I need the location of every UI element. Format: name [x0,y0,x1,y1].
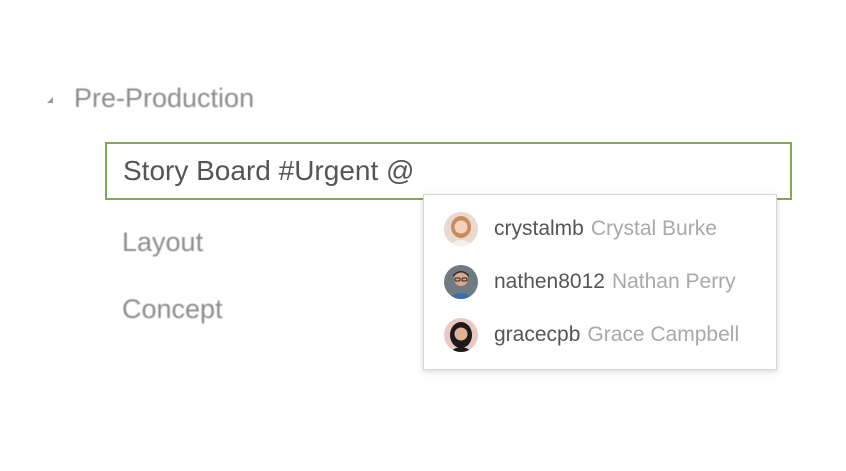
task-item-concept[interactable]: Concept [122,294,223,325]
task-list-view: Pre-Production Layout Concept crystalmb … [0,0,846,471]
task-name-input[interactable] [105,142,792,200]
mention-username: crystalmb [494,216,584,240]
task-item-layout[interactable]: Layout [122,227,203,258]
avatar-grace-icon [444,317,478,352]
mention-fullname: Crystal Burke [590,216,717,240]
section-title[interactable]: Pre-Production [74,83,254,114]
avatar-nathan-icon [444,264,478,299]
avatar-crystal-icon [444,211,478,246]
collapse-triangle-icon[interactable] [47,97,53,103]
mention-username: nathen8012 [494,269,605,293]
mention-option-gracecpb[interactable]: gracecpb Grace Campbell [424,308,776,361]
mention-option-crystalmb[interactable]: crystalmb Crystal Burke [424,202,776,255]
mention-suggestions-dropdown: crystalmb Crystal Burke nathen8012 Natha… [423,194,777,370]
mention-option-nathen8012[interactable]: nathen8012 Nathan Perry [424,255,776,308]
mention-fullname: Nathan Perry [611,269,736,293]
mention-username: gracecpb [494,322,581,346]
mention-fullname: Grace Campbell [587,322,740,346]
